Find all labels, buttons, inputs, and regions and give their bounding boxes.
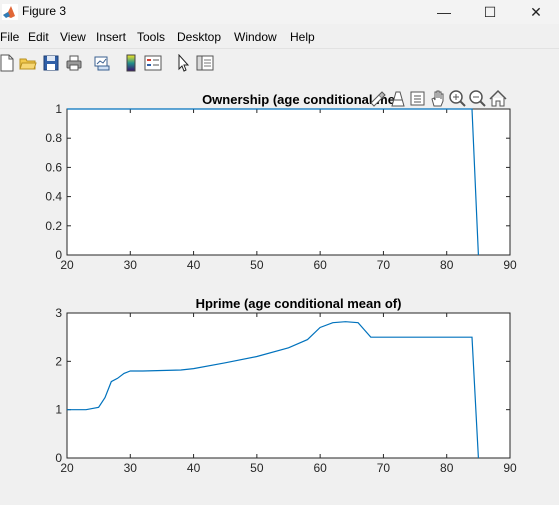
x-tick-label: 30 bbox=[124, 461, 138, 475]
zoom-in-icon[interactable] bbox=[449, 90, 466, 107]
menu-view[interactable]: View bbox=[60, 30, 86, 44]
window-title: Figure 3 bbox=[22, 4, 67, 18]
y-tick-label: 2 bbox=[55, 354, 62, 368]
x-tick-label: 90 bbox=[503, 461, 517, 475]
property-inspector-icon[interactable] bbox=[196, 54, 214, 72]
figure-toolbar bbox=[0, 48, 559, 78]
x-tick-label: 80 bbox=[440, 258, 454, 272]
zoom-out-icon[interactable] bbox=[469, 90, 486, 107]
home-icon[interactable] bbox=[489, 89, 507, 107]
menu-edit[interactable]: Edit bbox=[28, 30, 49, 44]
x-tick-label: 60 bbox=[313, 461, 327, 475]
close-button[interactable]: ✕ bbox=[513, 0, 559, 24]
axes-box-2[interactable] bbox=[66, 312, 511, 459]
y-tick-label: 0 bbox=[55, 248, 62, 262]
chart-title-1: Ownership (age conditional me bbox=[202, 92, 395, 107]
legend-icon[interactable] bbox=[144, 54, 162, 72]
x-tick-label: 40 bbox=[187, 258, 201, 272]
y-tick-label: 1 bbox=[55, 102, 62, 116]
y-tick-label: 0.8 bbox=[45, 131, 62, 145]
x-tick-label: 20 bbox=[60, 258, 74, 272]
plots-svg: 20 30 40 50 60 70 80 9000.20.40.60.81Ownership … bbox=[45, 89, 517, 475]
menu-tools[interactable]: Tools bbox=[137, 30, 165, 44]
x-tick-label: 70 bbox=[377, 258, 391, 272]
y-tick-label: 0.4 bbox=[45, 190, 62, 204]
maximize-button[interactable]: ☐ bbox=[467, 0, 513, 24]
y-tick-label: 1 bbox=[55, 403, 62, 417]
pan-icon[interactable] bbox=[431, 90, 444, 107]
new-figure-icon[interactable] bbox=[0, 54, 16, 72]
x-tick-label: 60 bbox=[313, 258, 327, 272]
x-tick-label: 20 bbox=[60, 461, 74, 475]
link-plot-icon[interactable] bbox=[93, 54, 111, 72]
minimize-button[interactable]: — bbox=[421, 0, 467, 24]
y-tick-label: 0.6 bbox=[45, 160, 62, 174]
export-icon[interactable] bbox=[410, 91, 425, 106]
x-tick-label: 40 bbox=[187, 461, 201, 475]
x-tick-label: 70 bbox=[377, 461, 391, 475]
figure-canvas: 20 30 40 50 60 70 80 90 0 0.2 0.4 0.6 0.8 1 Ownership … bbox=[0, 77, 559, 500]
print-icon[interactable] bbox=[65, 54, 83, 72]
menu-file[interactable]: File bbox=[0, 30, 19, 44]
save-icon[interactable] bbox=[42, 54, 60, 72]
pointer-icon[interactable] bbox=[174, 54, 192, 72]
x-tick-label: 30 bbox=[124, 258, 138, 272]
menu-insert[interactable]: Insert bbox=[96, 30, 126, 44]
x-tick-label: 80 bbox=[440, 461, 454, 475]
y-tick-label: 0.2 bbox=[45, 219, 62, 233]
y-tick-label: 3 bbox=[55, 306, 62, 320]
menu-help[interactable]: Help bbox=[290, 30, 315, 44]
axes-box-1[interactable] bbox=[66, 108, 511, 256]
menu-desktop[interactable]: Desktop bbox=[177, 30, 221, 44]
menu-window[interactable]: Window bbox=[234, 30, 277, 44]
menu-bar: File Edit View Insert Tools Desktop Wind… bbox=[0, 27, 559, 47]
x-tick-label: 90 bbox=[503, 258, 517, 272]
close-icon: ✕ bbox=[530, 3, 542, 20]
matlab-logo-icon bbox=[2, 4, 18, 20]
title-bar: Figure 3 — ☐ ✕ bbox=[0, 0, 559, 24]
x-tick-label: 50 bbox=[250, 258, 264, 272]
y-tick-label: 0 bbox=[55, 451, 62, 465]
minimize-icon: — bbox=[437, 4, 451, 20]
open-file-icon[interactable] bbox=[19, 54, 37, 72]
x-tick-label: 50 bbox=[250, 461, 264, 475]
chart-title-2: Hprime (age conditional mean of) bbox=[196, 296, 402, 311]
maximize-icon: ☐ bbox=[483, 3, 497, 20]
colorbar-icon[interactable] bbox=[122, 54, 140, 72]
